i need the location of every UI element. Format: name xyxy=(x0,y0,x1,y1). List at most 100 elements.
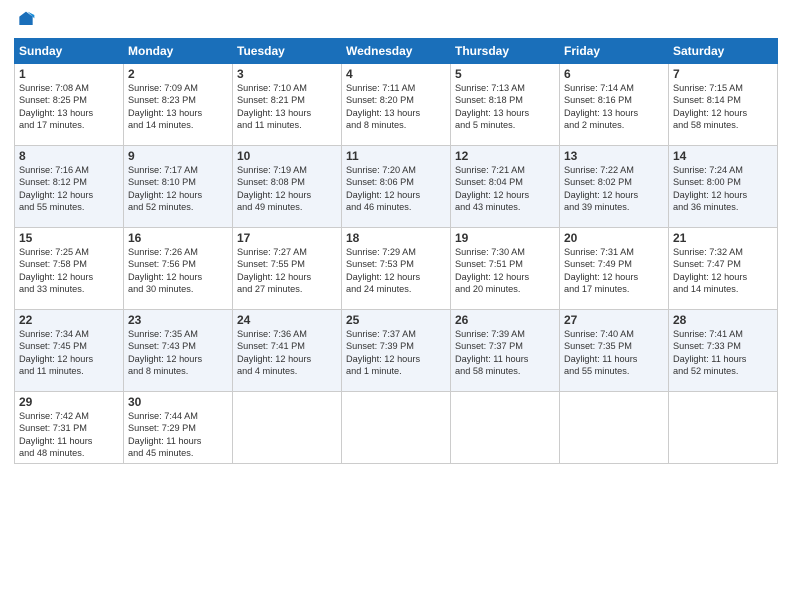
day-info: Sunrise: 7:16 AMSunset: 8:12 PMDaylight:… xyxy=(19,164,119,214)
day-number: 9 xyxy=(128,149,228,163)
calendar-cell: 19Sunrise: 7:30 AMSunset: 7:51 PMDayligh… xyxy=(451,228,560,310)
weekday-header-saturday: Saturday xyxy=(669,39,778,64)
calendar-cell: 5Sunrise: 7:13 AMSunset: 8:18 PMDaylight… xyxy=(451,64,560,146)
day-info: Sunrise: 7:11 AMSunset: 8:20 PMDaylight:… xyxy=(346,82,446,132)
calendar-cell: 17Sunrise: 7:27 AMSunset: 7:55 PMDayligh… xyxy=(233,228,342,310)
day-number: 1 xyxy=(19,67,119,81)
weekday-header-monday: Monday xyxy=(124,39,233,64)
calendar-cell: 16Sunrise: 7:26 AMSunset: 7:56 PMDayligh… xyxy=(124,228,233,310)
day-info: Sunrise: 7:13 AMSunset: 8:18 PMDaylight:… xyxy=(455,82,555,132)
day-info: Sunrise: 7:21 AMSunset: 8:04 PMDaylight:… xyxy=(455,164,555,214)
calendar-cell: 1Sunrise: 7:08 AMSunset: 8:25 PMDaylight… xyxy=(15,64,124,146)
calendar-cell xyxy=(669,392,778,464)
day-number: 8 xyxy=(19,149,119,163)
weekday-header-wednesday: Wednesday xyxy=(342,39,451,64)
day-number: 29 xyxy=(19,395,119,409)
day-info: Sunrise: 7:22 AMSunset: 8:02 PMDaylight:… xyxy=(564,164,664,214)
weekday-header-sunday: Sunday xyxy=(15,39,124,64)
calendar-cell: 13Sunrise: 7:22 AMSunset: 8:02 PMDayligh… xyxy=(560,146,669,228)
calendar-cell: 20Sunrise: 7:31 AMSunset: 7:49 PMDayligh… xyxy=(560,228,669,310)
day-number: 7 xyxy=(673,67,773,81)
calendar-cell: 22Sunrise: 7:34 AMSunset: 7:45 PMDayligh… xyxy=(15,310,124,392)
header xyxy=(14,10,778,30)
day-number: 2 xyxy=(128,67,228,81)
calendar-week-5: 29Sunrise: 7:42 AMSunset: 7:31 PMDayligh… xyxy=(15,392,778,464)
day-number: 4 xyxy=(346,67,446,81)
calendar-cell: 4Sunrise: 7:11 AMSunset: 8:20 PMDaylight… xyxy=(342,64,451,146)
day-number: 27 xyxy=(564,313,664,327)
calendar-week-1: 1Sunrise: 7:08 AMSunset: 8:25 PMDaylight… xyxy=(15,64,778,146)
logo xyxy=(14,10,40,30)
calendar-cell: 24Sunrise: 7:36 AMSunset: 7:41 PMDayligh… xyxy=(233,310,342,392)
day-number: 13 xyxy=(564,149,664,163)
calendar-cell: 6Sunrise: 7:14 AMSunset: 8:16 PMDaylight… xyxy=(560,64,669,146)
calendar-cell xyxy=(451,392,560,464)
calendar-cell: 27Sunrise: 7:40 AMSunset: 7:35 PMDayligh… xyxy=(560,310,669,392)
calendar-cell: 10Sunrise: 7:19 AMSunset: 8:08 PMDayligh… xyxy=(233,146,342,228)
calendar-cell xyxy=(233,392,342,464)
day-info: Sunrise: 7:37 AMSunset: 7:39 PMDaylight:… xyxy=(346,328,446,378)
day-info: Sunrise: 7:29 AMSunset: 7:53 PMDaylight:… xyxy=(346,246,446,296)
calendar-cell: 25Sunrise: 7:37 AMSunset: 7:39 PMDayligh… xyxy=(342,310,451,392)
weekday-header-tuesday: Tuesday xyxy=(233,39,342,64)
calendar-cell: 9Sunrise: 7:17 AMSunset: 8:10 PMDaylight… xyxy=(124,146,233,228)
day-number: 25 xyxy=(346,313,446,327)
calendar-cell: 18Sunrise: 7:29 AMSunset: 7:53 PMDayligh… xyxy=(342,228,451,310)
day-info: Sunrise: 7:26 AMSunset: 7:56 PMDaylight:… xyxy=(128,246,228,296)
calendar-cell: 26Sunrise: 7:39 AMSunset: 7:37 PMDayligh… xyxy=(451,310,560,392)
calendar-cell: 29Sunrise: 7:42 AMSunset: 7:31 PMDayligh… xyxy=(15,392,124,464)
day-info: Sunrise: 7:15 AMSunset: 8:14 PMDaylight:… xyxy=(673,82,773,132)
day-info: Sunrise: 7:40 AMSunset: 7:35 PMDaylight:… xyxy=(564,328,664,378)
day-info: Sunrise: 7:20 AMSunset: 8:06 PMDaylight:… xyxy=(346,164,446,214)
day-info: Sunrise: 7:35 AMSunset: 7:43 PMDaylight:… xyxy=(128,328,228,378)
day-info: Sunrise: 7:30 AMSunset: 7:51 PMDaylight:… xyxy=(455,246,555,296)
day-number: 16 xyxy=(128,231,228,245)
main-container: SundayMondayTuesdayWednesdayThursdayFrid… xyxy=(0,0,792,612)
calendar-body: 1Sunrise: 7:08 AMSunset: 8:25 PMDaylight… xyxy=(15,64,778,464)
day-number: 26 xyxy=(455,313,555,327)
day-info: Sunrise: 7:09 AMSunset: 8:23 PMDaylight:… xyxy=(128,82,228,132)
calendar-week-2: 8Sunrise: 7:16 AMSunset: 8:12 PMDaylight… xyxy=(15,146,778,228)
day-number: 23 xyxy=(128,313,228,327)
weekday-header-friday: Friday xyxy=(560,39,669,64)
day-number: 10 xyxy=(237,149,337,163)
day-info: Sunrise: 7:34 AMSunset: 7:45 PMDaylight:… xyxy=(19,328,119,378)
calendar-cell: 21Sunrise: 7:32 AMSunset: 7:47 PMDayligh… xyxy=(669,228,778,310)
day-number: 24 xyxy=(237,313,337,327)
day-info: Sunrise: 7:14 AMSunset: 8:16 PMDaylight:… xyxy=(564,82,664,132)
logo-icon xyxy=(16,10,36,30)
day-number: 19 xyxy=(455,231,555,245)
calendar-cell: 8Sunrise: 7:16 AMSunset: 8:12 PMDaylight… xyxy=(15,146,124,228)
day-info: Sunrise: 7:42 AMSunset: 7:31 PMDaylight:… xyxy=(19,410,119,460)
day-info: Sunrise: 7:24 AMSunset: 8:00 PMDaylight:… xyxy=(673,164,773,214)
day-info: Sunrise: 7:44 AMSunset: 7:29 PMDaylight:… xyxy=(128,410,228,460)
calendar-cell: 15Sunrise: 7:25 AMSunset: 7:58 PMDayligh… xyxy=(15,228,124,310)
day-info: Sunrise: 7:08 AMSunset: 8:25 PMDaylight:… xyxy=(19,82,119,132)
day-number: 12 xyxy=(455,149,555,163)
calendar-cell: 23Sunrise: 7:35 AMSunset: 7:43 PMDayligh… xyxy=(124,310,233,392)
day-number: 22 xyxy=(19,313,119,327)
day-info: Sunrise: 7:27 AMSunset: 7:55 PMDaylight:… xyxy=(237,246,337,296)
day-number: 3 xyxy=(237,67,337,81)
calendar-week-3: 15Sunrise: 7:25 AMSunset: 7:58 PMDayligh… xyxy=(15,228,778,310)
calendar-cell: 28Sunrise: 7:41 AMSunset: 7:33 PMDayligh… xyxy=(669,310,778,392)
day-number: 14 xyxy=(673,149,773,163)
calendar-cell: 11Sunrise: 7:20 AMSunset: 8:06 PMDayligh… xyxy=(342,146,451,228)
day-number: 6 xyxy=(564,67,664,81)
day-number: 18 xyxy=(346,231,446,245)
day-info: Sunrise: 7:36 AMSunset: 7:41 PMDaylight:… xyxy=(237,328,337,378)
day-info: Sunrise: 7:17 AMSunset: 8:10 PMDaylight:… xyxy=(128,164,228,214)
calendar-cell: 12Sunrise: 7:21 AMSunset: 8:04 PMDayligh… xyxy=(451,146,560,228)
calendar-week-4: 22Sunrise: 7:34 AMSunset: 7:45 PMDayligh… xyxy=(15,310,778,392)
day-info: Sunrise: 7:25 AMSunset: 7:58 PMDaylight:… xyxy=(19,246,119,296)
day-number: 28 xyxy=(673,313,773,327)
calendar-cell: 30Sunrise: 7:44 AMSunset: 7:29 PMDayligh… xyxy=(124,392,233,464)
day-info: Sunrise: 7:39 AMSunset: 7:37 PMDaylight:… xyxy=(455,328,555,378)
day-info: Sunrise: 7:41 AMSunset: 7:33 PMDaylight:… xyxy=(673,328,773,378)
day-info: Sunrise: 7:31 AMSunset: 7:49 PMDaylight:… xyxy=(564,246,664,296)
day-info: Sunrise: 7:10 AMSunset: 8:21 PMDaylight:… xyxy=(237,82,337,132)
day-number: 17 xyxy=(237,231,337,245)
calendar-cell xyxy=(560,392,669,464)
calendar-cell: 14Sunrise: 7:24 AMSunset: 8:00 PMDayligh… xyxy=(669,146,778,228)
calendar-cell: 7Sunrise: 7:15 AMSunset: 8:14 PMDaylight… xyxy=(669,64,778,146)
